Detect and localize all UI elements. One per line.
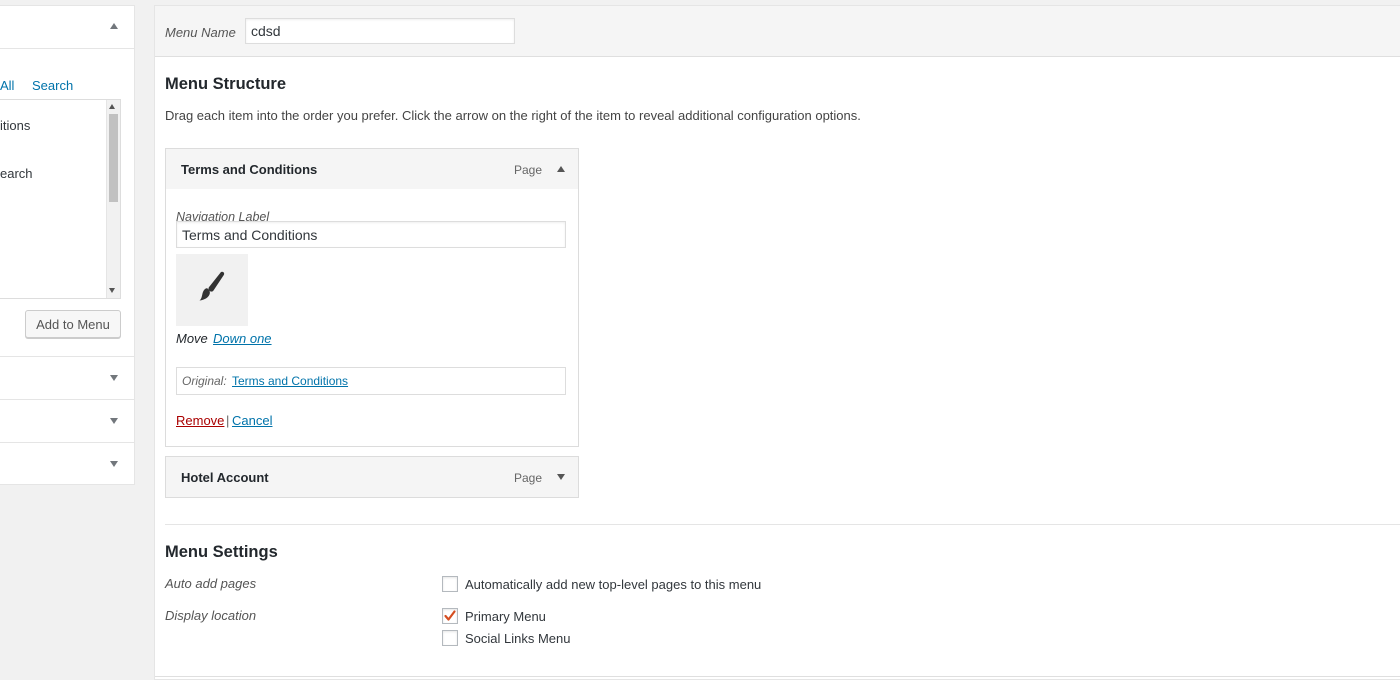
- add-to-menu-button[interactable]: Add to Menu: [25, 310, 121, 338]
- panel-section-header[interactable]: [0, 6, 134, 49]
- primary-menu-checkbox[interactable]: [442, 608, 458, 624]
- remove-link[interactable]: Remove: [176, 413, 224, 428]
- scroll-up-icon[interactable]: [109, 104, 115, 109]
- scrollbar-thumb[interactable]: [109, 114, 118, 202]
- paintbrush-icon: [199, 271, 225, 301]
- menu-item-terms-and-conditions[interactable]: Terms and Conditions Page: [165, 148, 579, 190]
- display-location-label: Display location: [165, 608, 257, 623]
- tab-search[interactable]: Search: [32, 78, 73, 93]
- move-label: Move: [176, 331, 208, 346]
- panel-section-collapsed[interactable]: [0, 356, 134, 399]
- add-menu-items-panel: All Search itions earch Add to Menu: [0, 5, 135, 485]
- menu-management-area: Menu Name cdsd Menu Structure Drag each …: [154, 5, 1400, 680]
- menu-item-settings: Navigation Label Terms and Conditions Mo…: [165, 189, 579, 447]
- menu-item-title: Hotel Account: [181, 470, 269, 485]
- scroll-down-icon[interactable]: [109, 288, 115, 293]
- navigation-label-input[interactable]: Terms and Conditions: [176, 221, 566, 248]
- checkmark-icon: [444, 610, 456, 621]
- cancel-link[interactable]: Cancel: [232, 413, 272, 428]
- auto-add-pages-option[interactable]: Automatically add new top-level pages to…: [465, 577, 761, 592]
- menu-item-title: Terms and Conditions: [181, 162, 318, 177]
- expand-arrow-icon[interactable]: [110, 418, 118, 424]
- move-down-link[interactable]: Down one: [213, 331, 272, 346]
- tab-view-all[interactable]: All: [0, 78, 14, 93]
- panel-section-collapsed[interactable]: [0, 399, 134, 442]
- menu-item-type: Page: [513, 163, 542, 177]
- footer-border: [155, 676, 1400, 677]
- collapse-arrow-icon[interactable]: [110, 23, 118, 29]
- item-collapse-arrow-icon[interactable]: [557, 166, 565, 172]
- list-item[interactable]: earch: [0, 166, 33, 181]
- expand-arrow-icon[interactable]: [110, 375, 118, 381]
- auto-add-pages-checkbox[interactable]: [442, 576, 458, 592]
- menu-header: Menu Name cdsd: [155, 6, 1400, 57]
- list-item[interactable]: itions: [0, 118, 30, 133]
- social-links-menu-option[interactable]: Social Links Menu: [465, 631, 571, 646]
- item-expand-arrow-icon[interactable]: [557, 474, 565, 480]
- panel-section-collapsed[interactable]: [0, 442, 134, 485]
- page-checklist[interactable]: itions earch: [0, 99, 121, 299]
- primary-menu-option[interactable]: Primary Menu: [465, 609, 546, 624]
- menu-structure-title: Menu Structure: [165, 75, 287, 93]
- original-link-box: Original: Terms and Conditions: [176, 367, 566, 395]
- menu-item-hotel-account[interactable]: Hotel Account Page: [165, 456, 579, 498]
- menu-item-type: Page: [513, 471, 542, 485]
- expand-arrow-icon[interactable]: [110, 461, 118, 467]
- auto-add-pages-label: Auto add pages: [165, 576, 257, 591]
- menu-name-input[interactable]: cdsd: [245, 18, 515, 44]
- social-links-menu-checkbox[interactable]: [442, 630, 458, 646]
- section-divider: [165, 524, 1400, 525]
- list-scrollbar[interactable]: [106, 100, 120, 298]
- menu-item-icon-preview[interactable]: [176, 254, 248, 326]
- link-separator: |: [226, 413, 230, 428]
- menu-name-label: Menu Name: [165, 25, 236, 40]
- original-page-link[interactable]: Terms and Conditions: [232, 374, 348, 388]
- original-label: Original:: [182, 374, 227, 388]
- menu-settings-title: Menu Settings: [165, 543, 278, 561]
- menu-structure-description: Drag each item into the order you prefer…: [165, 108, 861, 123]
